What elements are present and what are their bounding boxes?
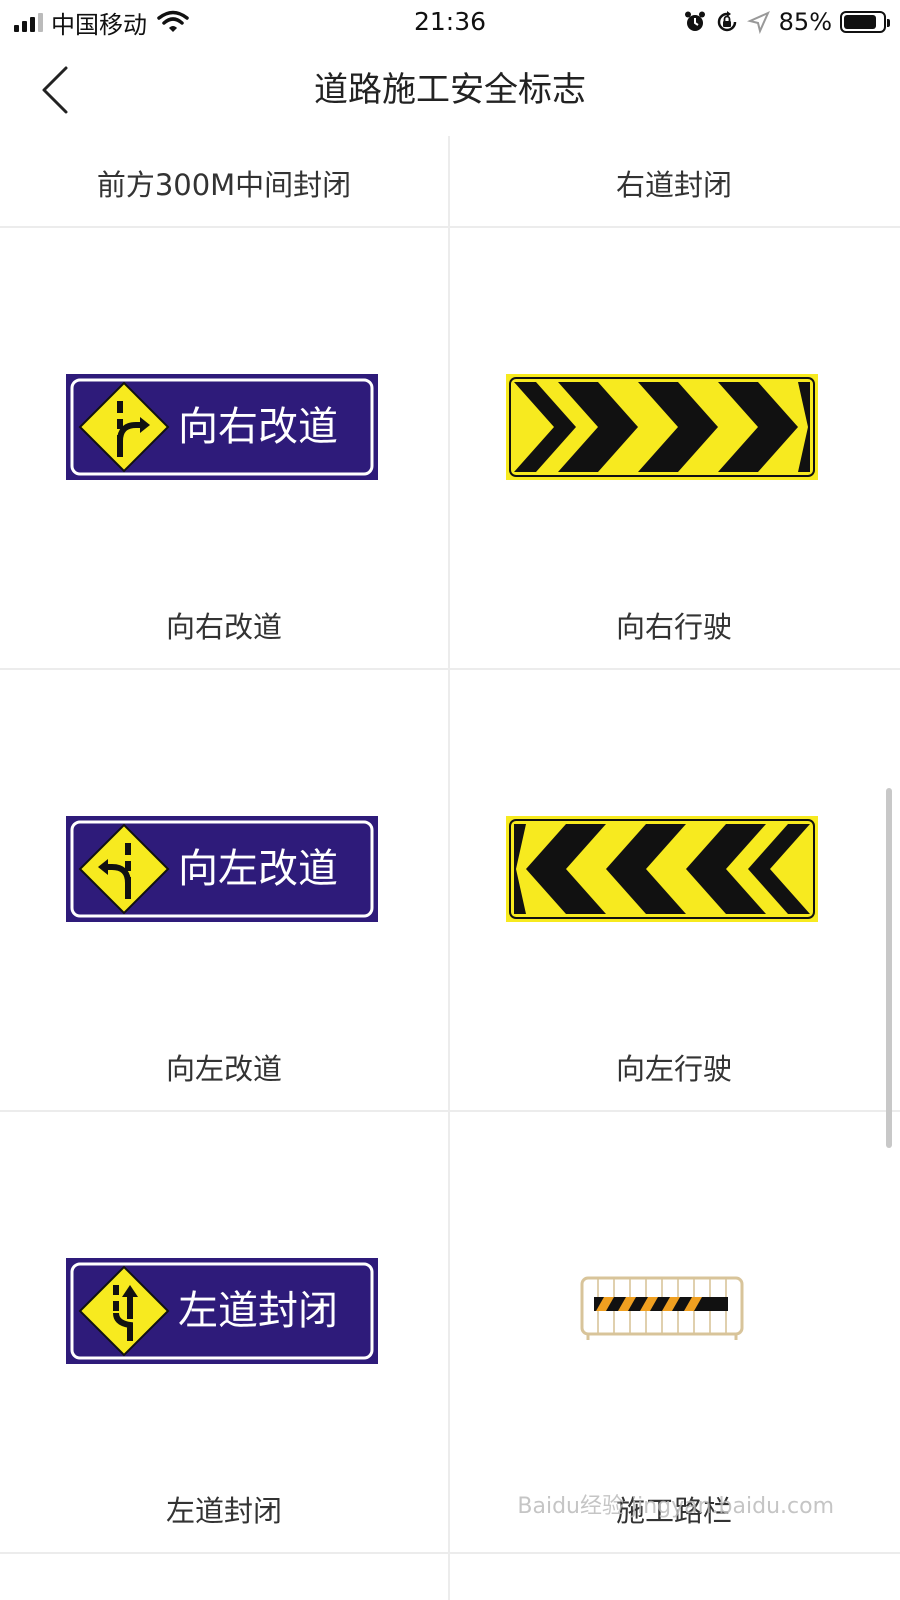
rotation-lock-icon [717, 11, 736, 32]
navigation-bar: 道路施工安全标志 [0, 44, 900, 136]
sign-text: 向左改道 [178, 846, 338, 892]
grid-item-keep-right[interactable]: 向右行驶 [450, 228, 898, 668]
grid-item-right-lane-closed[interactable]: 右道封闭 [450, 136, 898, 226]
left-lane-closed-sign: 左道封闭 [66, 1258, 378, 1364]
barrier-icon [580, 1276, 744, 1340]
alarm-icon [684, 11, 705, 31]
detour-left-sign: 向左改道 [66, 816, 378, 922]
status-right: 85% [683, 6, 890, 38]
item-label: 向左行驶 [615, 1052, 732, 1086]
grid-item-keep-left[interactable]: 向左行驶 [450, 670, 898, 1110]
detour-right-sign: 向右改道 [66, 374, 378, 480]
battery-icon [840, 11, 890, 33]
item-label: 向右行驶 [615, 610, 732, 644]
page-title: 道路施工安全标志 [314, 70, 586, 110]
grid-item-left-lane-closed[interactable]: 左道封闭 左道封闭 [0, 1112, 448, 1552]
status-bar: 中国移动 21:36 85% [0, 0, 900, 44]
grid-item-construction-barrier[interactable]: 施工路栏 [450, 1112, 898, 1552]
item-label: 向右改道 [165, 610, 282, 644]
sign-text: 向右改道 [178, 404, 338, 450]
item-label: 前方300M中间封闭 [96, 168, 352, 202]
grid-item-middle-closure[interactable]: 前方300M中间封闭 [0, 136, 448, 226]
grid-divider [0, 1110, 900, 1112]
grid-item-detour-left[interactable]: 向左改道 向左改道 [0, 670, 448, 1110]
grid-divider [0, 1552, 900, 1554]
item-label: 向左改道 [165, 1052, 282, 1086]
grid-item-detour-right[interactable]: 向右改道 向右改道 [0, 228, 448, 668]
sign-text: 左道封闭 [178, 1288, 338, 1334]
battery-percentage: 85% [778, 8, 832, 36]
grid-divider [0, 668, 900, 670]
chevrons-right-sign [506, 374, 818, 480]
item-label: 左道封闭 [165, 1494, 282, 1528]
watermark: Baidu经验 jingyan.baidu.com [517, 1494, 834, 1519]
grid-divider [0, 226, 900, 228]
grid-divider [448, 136, 450, 1600]
location-arrow-icon [746, 11, 770, 34]
chevrons-left-sign [506, 816, 818, 922]
battery-level-fill [844, 15, 876, 29]
vertical-scrollbar[interactable] [886, 788, 892, 1148]
item-label: 右道封闭 [615, 168, 732, 202]
sign-grid: 前方300M中间封闭 右道封闭 向右改道 向右改道 向右行驶 向左改道 向左改道… [0, 136, 900, 1600]
